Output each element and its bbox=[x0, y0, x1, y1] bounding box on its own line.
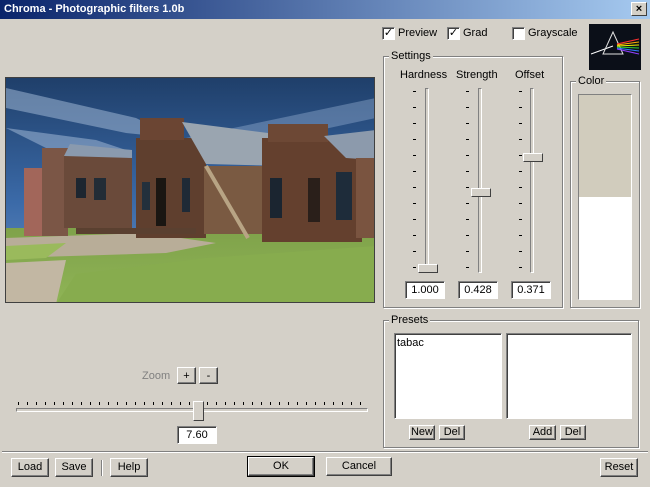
preset-del-left-button[interactable]: Del bbox=[439, 425, 465, 440]
color-swatch-top bbox=[579, 95, 631, 197]
color-gradient-swatch[interactable] bbox=[578, 94, 632, 300]
strength-label: Strength bbox=[456, 69, 498, 81]
close-button[interactable]: × bbox=[631, 2, 647, 16]
reset-button[interactable]: Reset bbox=[600, 458, 638, 477]
presets-list-left[interactable]: tabac bbox=[394, 333, 502, 419]
zoom-in-button[interactable]: + bbox=[177, 367, 196, 384]
ok-button[interactable]: OK bbox=[247, 456, 315, 477]
hardness-slider-track[interactable] bbox=[425, 88, 429, 273]
presets-list-right[interactable] bbox=[506, 333, 632, 419]
presets-group-label: Presets bbox=[389, 314, 431, 326]
help-button[interactable]: Help bbox=[110, 458, 148, 477]
cancel-button[interactable]: Cancel bbox=[326, 457, 392, 476]
strength-value-field[interactable]: 0.428 bbox=[458, 281, 498, 299]
color-swatch-bottom bbox=[579, 197, 631, 299]
hardness-value-field[interactable]: 1.000 bbox=[405, 281, 445, 299]
zoom-slider-thumb[interactable] bbox=[193, 401, 204, 421]
hardness-slider-thumb[interactable] bbox=[418, 264, 438, 273]
color-group-label: Color bbox=[576, 75, 607, 87]
save-button[interactable]: Save bbox=[55, 458, 93, 477]
grayscale-label: Grayscale bbox=[528, 27, 578, 39]
prism-logo bbox=[589, 24, 641, 70]
zoom-out-button[interactable]: - bbox=[199, 367, 218, 384]
settings-group bbox=[383, 56, 563, 308]
grad-label: Grad bbox=[463, 27, 488, 39]
bottom-divider bbox=[2, 451, 648, 453]
zoom-slider-track[interactable] bbox=[16, 408, 368, 412]
offset-slider-track[interactable] bbox=[530, 88, 534, 273]
window-title: Chroma - Photographic filters 1.0b bbox=[4, 3, 185, 15]
preview-image bbox=[5, 77, 375, 303]
offset-label: Offset bbox=[515, 69, 545, 81]
preset-new-button[interactable]: New bbox=[409, 425, 435, 440]
zoom-value-field[interactable]: 7.60 bbox=[177, 426, 217, 444]
preset-add-button[interactable]: Add bbox=[529, 425, 556, 440]
load-button[interactable]: Load bbox=[11, 458, 49, 477]
title-bar: Chroma - Photographic filters 1.0b × bbox=[0, 0, 650, 19]
grad-checkbox[interactable]: ✓ bbox=[447, 27, 460, 40]
offset-slider-thumb[interactable] bbox=[523, 153, 543, 162]
zoom-label: Zoom bbox=[142, 370, 171, 382]
strength-slider-track[interactable] bbox=[478, 88, 482, 273]
grayscale-checkbox[interactable] bbox=[512, 27, 525, 40]
offset-value-field[interactable]: 0.371 bbox=[511, 281, 551, 299]
preview-label: Preview bbox=[398, 27, 438, 39]
hardness-label: Hardness bbox=[400, 69, 448, 81]
preset-del-right-button[interactable]: Del bbox=[560, 425, 586, 440]
list-item[interactable]: tabac bbox=[397, 337, 499, 349]
toolbar-separator bbox=[101, 460, 103, 476]
preview-checkbox[interactable]: ✓ bbox=[382, 27, 395, 40]
strength-slider-thumb[interactable] bbox=[471, 188, 491, 197]
settings-group-label: Settings bbox=[389, 50, 433, 62]
